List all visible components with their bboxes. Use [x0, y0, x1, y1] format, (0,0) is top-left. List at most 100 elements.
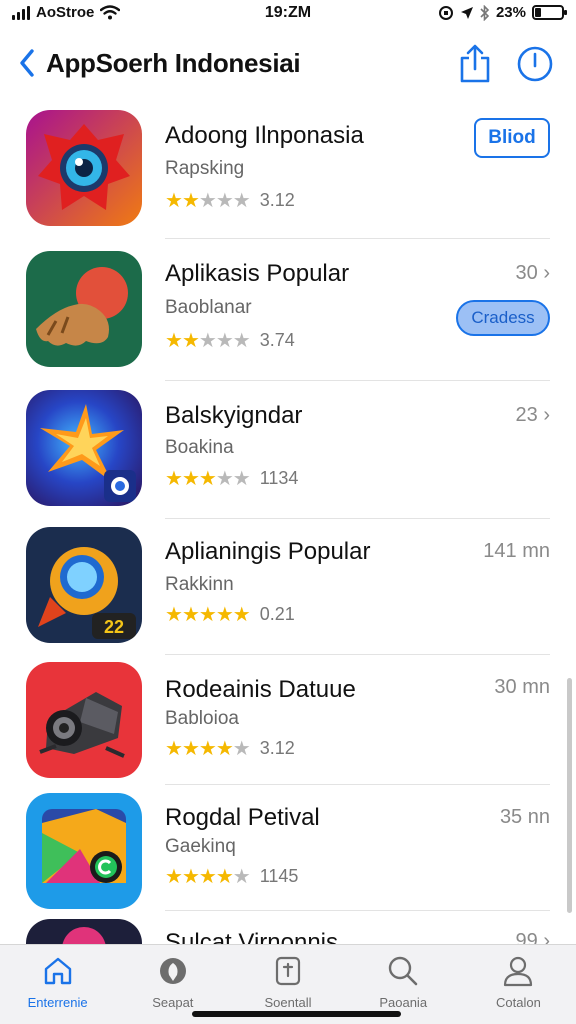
- app-name: Rodeainis Datuue: [165, 676, 356, 703]
- star-icon: ★: [198, 864, 217, 888]
- tab-profile[interactable]: Cotalon: [461, 945, 576, 1024]
- app-row[interactable]: Aplikasis Popular Baoblanar ★★★★★ 3.74 3…: [0, 240, 576, 382]
- rating-value: 3.74: [259, 329, 295, 350]
- battery-icon: [532, 5, 567, 20]
- star-icon: ★: [215, 328, 234, 352]
- app-icon-camera[interactable]: [26, 662, 142, 778]
- app-size: 30 mn: [494, 676, 550, 699]
- star-icon: ★: [232, 466, 251, 490]
- app-icon-red-creature[interactable]: [26, 110, 142, 226]
- games-icon: [270, 953, 306, 989]
- app-name: Adoong Ilnponasia: [165, 122, 364, 149]
- back-button[interactable]: [14, 48, 40, 78]
- app-name: Aplianingis Popular: [165, 538, 371, 565]
- star-icon: ★: [215, 188, 234, 212]
- app-icon-partial[interactable]: [26, 919, 142, 945]
- home-indicator: [192, 1011, 401, 1017]
- app-row[interactable]: Sulcat Virnonnis 99 ›: [0, 912, 576, 945]
- search-icon: [385, 953, 421, 989]
- rating-value: 3.12: [259, 737, 295, 758]
- row-divider: [165, 654, 550, 655]
- star-rating: ★★★★★: [165, 602, 251, 626]
- location-icon: [460, 6, 473, 19]
- star-icon: ★: [181, 466, 200, 490]
- star-icon: ★: [232, 736, 251, 760]
- star-icon: ★: [165, 736, 183, 760]
- tab-label: Soentall: [264, 995, 312, 1010]
- app-icon-rocket[interactable]: 22: [26, 527, 142, 643]
- app-size-value: 30 mn: [494, 676, 550, 698]
- app-size: 30 ›: [516, 262, 550, 285]
- tab-label: Paoania: [379, 995, 428, 1010]
- info-button[interactable]: [515, 42, 555, 86]
- app-name: Rogdal Petival: [165, 804, 320, 831]
- app-subtitle: Gaekinq: [165, 836, 236, 857]
- star-icon: ★: [165, 864, 183, 888]
- star-icon: ★: [198, 466, 217, 490]
- star-rating: ★★★★★: [165, 466, 251, 490]
- star-icon: ★: [232, 328, 251, 352]
- app-icon-gallery[interactable]: [26, 793, 142, 909]
- app-subtitle: Rapsking: [165, 158, 245, 179]
- star-icon: ★: [165, 602, 183, 626]
- star-icon: ★: [232, 602, 251, 626]
- row-divider: [165, 380, 550, 381]
- info-icon: [517, 46, 553, 82]
- row-divider: [165, 518, 550, 519]
- app-row[interactable]: 22 Aplianingis Popular Rakkinn ★★★★★ 0.2…: [0, 520, 576, 656]
- status-right: 23%: [438, 4, 567, 21]
- navigation-bar: AppSoerh Indonesiai: [0, 36, 576, 92]
- signal-icon: [12, 5, 30, 20]
- wifi-icon: [100, 5, 121, 20]
- bluetooth-icon: [480, 4, 490, 21]
- row-divider: [165, 910, 550, 911]
- app-name: Balskyigndar: [165, 402, 303, 429]
- home-icon: [40, 953, 76, 989]
- app-row[interactable]: Rogdal Petival Gaekinq ★★★★★ 1145 35 nn: [0, 786, 576, 912]
- get-button[interactable]: Bliod: [474, 118, 550, 158]
- star-icon: ★: [232, 864, 251, 888]
- app-icon-hand[interactable]: [26, 251, 142, 367]
- star-icon: ★: [181, 188, 200, 212]
- app-size: 23 ›: [516, 404, 550, 427]
- share-button[interactable]: [455, 42, 495, 86]
- app-icon-star-blast[interactable]: [26, 390, 142, 506]
- star-icon: ★: [181, 864, 200, 888]
- app-rating: ★★★★★ 3.74: [165, 328, 295, 352]
- star-icon: ★: [198, 736, 217, 760]
- star-rating: ★★★★★: [165, 864, 251, 888]
- star-icon: ★: [165, 328, 183, 352]
- star-icon: ★: [215, 864, 234, 888]
- app-rating: ★★★★★ 3.12: [165, 736, 295, 760]
- tab-label: Cotalon: [496, 995, 541, 1010]
- get-button[interactable]: Cradess: [456, 300, 550, 336]
- app-size-value: 23: [515, 404, 538, 426]
- chevron-left-icon: [20, 49, 34, 77]
- star-icon: ★: [232, 188, 251, 212]
- app-row[interactable]: Rodeainis Datuue Babloioa ★★★★★ 3.12 30 …: [0, 656, 576, 786]
- scrollbar[interactable]: [567, 678, 572, 913]
- app-rating: ★★★★★ 1134: [165, 466, 298, 490]
- svg-text:22: 22: [104, 617, 124, 637]
- star-icon: ★: [198, 602, 217, 626]
- rating-value: 1145: [259, 865, 299, 886]
- row-divider: [165, 784, 550, 785]
- star-rating: ★★★★★: [165, 328, 251, 352]
- app-name: Sulcat Virnonnis: [165, 929, 338, 945]
- app-name: Aplikasis Popular: [165, 260, 350, 287]
- orientation-lock-icon: [438, 5, 453, 20]
- app-list[interactable]: Adoong Ilnponasia Rapsking ★★★★★ 3.12 Bl…: [0, 100, 576, 945]
- star-icon: ★: [165, 466, 183, 490]
- share-icon: [460, 44, 490, 83]
- chevron-right-icon: ›: [543, 262, 550, 284]
- app-rating: ★★★★★ 1145: [165, 864, 298, 888]
- battery-fill: [535, 8, 541, 17]
- app-size-value: 141 mn: [483, 540, 550, 562]
- app-row[interactable]: Balskyigndar Boakina ★★★★★ 1134 23 ›: [0, 382, 576, 520]
- tab-home[interactable]: Enterrenie: [0, 945, 115, 1024]
- app-subtitle: Rakkinn: [165, 574, 234, 595]
- person-icon: [500, 953, 536, 989]
- rating-value: 1134: [259, 467, 299, 488]
- tab-label: Seapat: [152, 995, 194, 1010]
- app-row[interactable]: Adoong Ilnponasia Rapsking ★★★★★ 3.12 Bl…: [0, 100, 576, 240]
